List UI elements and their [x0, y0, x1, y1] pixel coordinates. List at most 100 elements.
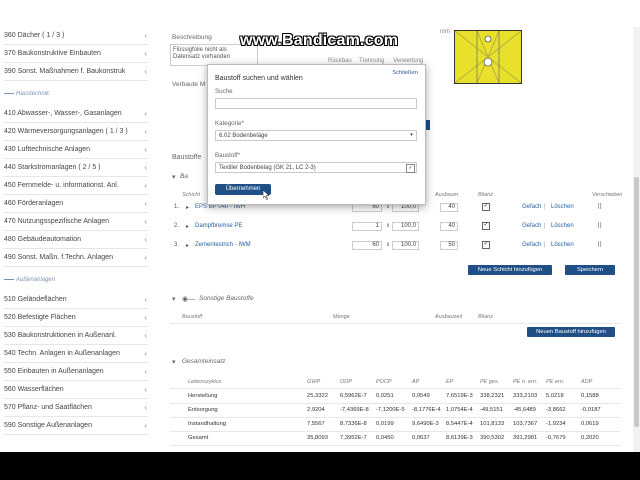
thickness-input[interactable]: 60 [352, 241, 382, 250]
kategorie-select[interactable]: 6.02 Bodenbeläge ▾ [215, 130, 417, 141]
layer-name[interactable]: Zementestrich - IWM [195, 242, 251, 248]
summary-header: Lebenszyklus [188, 379, 222, 385]
summary-header: ADP [581, 379, 593, 385]
sidebar-item[interactable]: 590 Sonstige Außenanlagen ‹ [0, 417, 152, 434]
summary-header: PE n. ern. [513, 379, 538, 385]
drag-handle-icon[interactable]: ⠿ [597, 241, 602, 249]
collapse-icon[interactable]: ▾ [172, 173, 176, 181]
sidebar: 360 Dächer ( 1 / 3 ) ‹ 370 Baukonstruktive… [0, 27, 153, 452]
summary-header: AP [412, 379, 420, 385]
summary-cell: -45,6489 [513, 407, 536, 413]
sidebar-item-label: 420 Wärmeversorgungsanlagen ( 1 / 3 ) [4, 128, 128, 135]
percent-input[interactable]: 100,0 [392, 222, 419, 231]
delete-link[interactable]: Löschen [551, 223, 574, 229]
sidebar-item[interactable]: 360 Dächer ( 1 / 3 ) ‹ [0, 27, 152, 44]
summary-cell: -3,8662 [546, 407, 566, 413]
sidebar-group-label: Außenanlagen [16, 277, 56, 283]
expand-icon[interactable]: ▸ [186, 223, 189, 230]
spinner-icon[interactable]: ⇕ [386, 242, 390, 248]
summary-cell: 101,8133 [480, 421, 505, 427]
bilanz-header: Bilanz [478, 192, 493, 198]
sidebar-item[interactable]: 560 Wasserflächen ‹ [0, 381, 152, 398]
link-separator: | [544, 204, 546, 210]
sidebar-item[interactable]: 550 Einbauten in Außenanlagen ‹ [0, 363, 152, 380]
sidebar-group-heading: Haustechnik [4, 91, 49, 97]
sidebar-item[interactable]: 450 Fernmelde- u. informationst. Anl. ‹ [0, 177, 152, 194]
edit-link[interactable]: Gefach [522, 223, 541, 229]
sidebar-item[interactable]: 510 Geländeflächen ‹ [0, 291, 152, 308]
summary-cell: 7,3952E-7 [340, 435, 367, 441]
add-material-button[interactable]: Neuen Baustoff hinzufügen [527, 327, 615, 337]
summary-cell: -0,0187 [581, 407, 601, 413]
ausbau-input[interactable]: 50 [440, 241, 458, 250]
search-input[interactable] [215, 98, 417, 109]
expand-icon[interactable]: ▸ [186, 204, 189, 211]
sidebar-item-label: 410 Abwasser-, Wasser-, Gasanlagen [4, 110, 122, 117]
drag-handle-icon[interactable]: ⠿ [597, 222, 602, 230]
sidebar-item[interactable]: 480 Gebäudeautomation ‹ [0, 231, 152, 248]
collapse-icon[interactable]: ▾ [172, 358, 176, 366]
delete-link[interactable]: Löschen [551, 242, 574, 248]
sidebar-item[interactable]: 410 Abwasser-, Wasser-, Gasanlagen ‹ [0, 105, 152, 122]
sidebar-item[interactable]: 420 Wärmeversorgungsanlagen ( 1 / 3 ) ‹ [0, 123, 152, 140]
bilanz-checkbox[interactable]: ✓ [482, 222, 490, 230]
kategorie-value: 6.02 Bodenbeläge [219, 133, 268, 139]
link-separator: | [544, 223, 546, 229]
sidebar-item[interactable]: 370 Baukonstruktive Einbauten ‹ [0, 45, 152, 62]
main-scrollbar[interactable] [633, 27, 640, 452]
sidebar-item-label: 370 Baukonstruktive Einbauten [4, 50, 101, 57]
sidebar-item[interactable]: 570 Pflanz- und Saatflächen ‹ [0, 399, 152, 416]
expand-icon[interactable]: ▸ [186, 242, 189, 249]
schicht-header: Schicht [182, 192, 201, 198]
sidebar-item[interactable]: 540 Techn. Anlagen in Außenanlagen ‹ [0, 345, 152, 362]
summary-cell: Gesamt [188, 435, 209, 441]
sonstige-col-bilanz: Bilanz [478, 314, 493, 320]
key-icon: ◉— [182, 296, 196, 303]
thickness-input[interactable]: 1 [352, 222, 382, 231]
summary-cell: 0,2020 [581, 435, 599, 441]
add-layer-button[interactable]: Neue Schicht hinzufügen [468, 265, 552, 275]
percent-input[interactable]: 100,0 [392, 241, 419, 250]
sidebar-item[interactable]: 520 Befestigte Flächen ‹ [0, 309, 152, 326]
summary-cell: -7,4369E-8 [340, 407, 369, 413]
sidebar-item[interactable]: 530 Baukonstruktionen in Außenanl. ‹ [0, 327, 152, 344]
divider [170, 417, 620, 418]
summary-cell: 8,7336E-8 [340, 421, 367, 427]
sidebar-item[interactable]: 460 Förderanlagen ‹ [0, 195, 152, 212]
layer-number: 2. [174, 223, 180, 229]
baustoff-select[interactable]: Textiler Bodenbelag (GK 21, LC 2-3) ✓ [215, 162, 417, 173]
sidebar-item-label: 570 Pflanz- und Saatflächen [4, 404, 92, 411]
sidebar-item[interactable]: 470 Nutzungsspezifische Anlagen ‹ [0, 213, 152, 230]
chevron-left-icon: ‹ [144, 127, 147, 136]
edit-link[interactable]: Gefach [522, 204, 541, 210]
edit-link[interactable]: Gefach [522, 242, 541, 248]
close-link[interactable]: Schließen [392, 70, 418, 76]
chevron-left-icon: ‹ [144, 145, 147, 154]
bilanz-checkbox[interactable]: ✓ [482, 241, 490, 249]
summary-cell: -7,1200E-5 [376, 407, 405, 413]
sidebar-group-heading: Außenanlagen [4, 277, 55, 283]
drag-handle-icon[interactable]: ⠿ [597, 203, 602, 211]
layer-number: 1. [174, 204, 180, 210]
spinner-icon[interactable]: ⇕ [386, 223, 390, 229]
sidebar-item[interactable]: 390 Sonst. Maßnahmen f. Baukonstruk ‹ [0, 63, 152, 80]
summary-cell: 0,0549 [412, 393, 430, 399]
ausbau-input[interactable]: 40 [440, 222, 458, 231]
link-separator: | [544, 242, 546, 248]
summary-header: PE ges. [480, 379, 500, 385]
save-button[interactable]: Speichern [565, 265, 615, 275]
sidebar-item[interactable]: 490 Sonst. Maßn. f.Techn. Anlagen ‹ [0, 249, 152, 266]
delete-link[interactable]: Löschen [551, 204, 574, 210]
summary-header: EP [446, 379, 454, 385]
summary-cell: -1,9234 [546, 421, 566, 427]
sidebar-item[interactable]: 440 Starkstromanlagen ( 2 / 5 ) ‹ [0, 159, 152, 176]
sidebar-item-label: 460 Förderanlagen [4, 200, 64, 207]
scrollbar-thumb[interactable] [634, 177, 639, 427]
ausbau-input[interactable]: 40 [440, 203, 458, 212]
layer-name[interactable]: Dampfbremse PE [195, 223, 242, 229]
summary-cell: 5,0218 [546, 393, 564, 399]
sidebar-item-label: 520 Befestigte Flächen [4, 314, 76, 321]
collapse-icon[interactable]: ▾ [172, 295, 176, 303]
sidebar-item[interactable]: 430 Lufttechnische Anlagen ‹ [0, 141, 152, 158]
bilanz-checkbox[interactable]: ✓ [482, 203, 490, 211]
